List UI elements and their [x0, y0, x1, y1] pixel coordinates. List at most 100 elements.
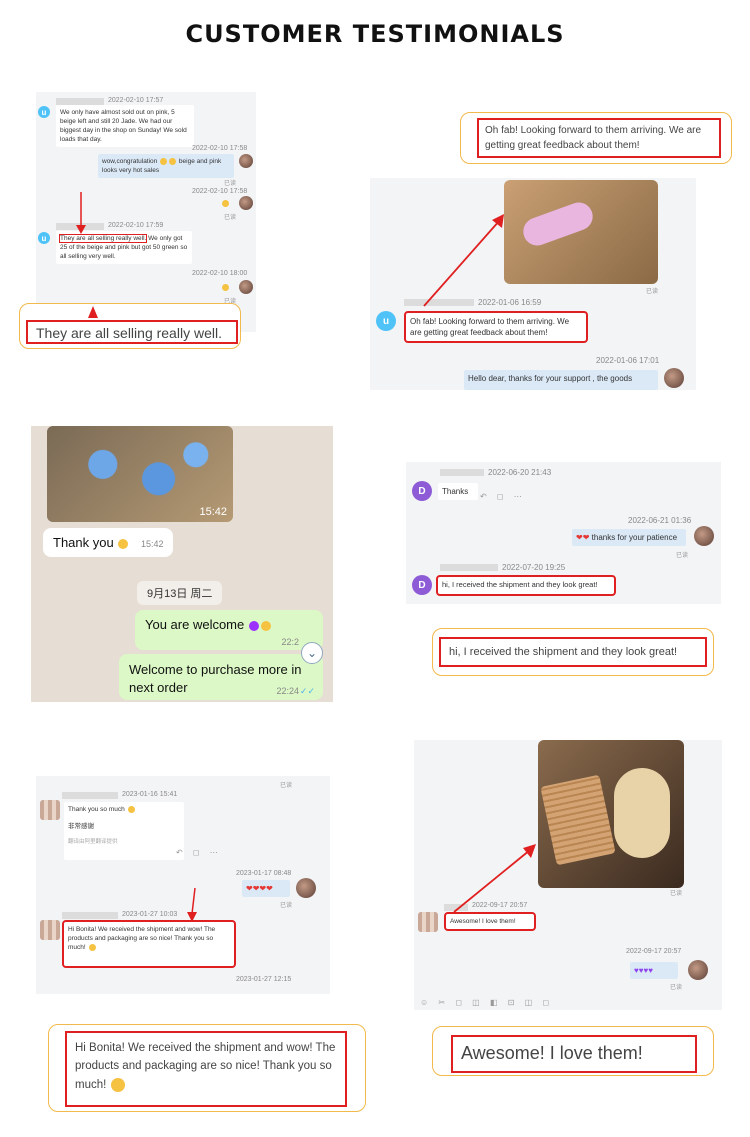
- heart-icon: [248, 620, 259, 631]
- timestamp: 2023-01-16 15:41: [122, 791, 178, 798]
- timestamp: 2022-01-06 17:01: [596, 356, 660, 365]
- avatar: [239, 196, 253, 210]
- avatar: [239, 280, 253, 294]
- timestamp: 2023-01-27 12:15: [236, 976, 292, 983]
- read-status: 已读: [224, 181, 237, 187]
- product-photo: 15:42: [47, 426, 233, 522]
- redacted-name: [62, 912, 118, 919]
- message-actions[interactable]: ↶ ◻ ⋯: [480, 492, 526, 501]
- callout-text: They are all selling really well.: [26, 320, 238, 344]
- screenshot-panel-2: 已读 2022-01-06 16:59 u Oh fab! Looking fo…: [370, 178, 696, 390]
- timestamp: 2022-09-17 20:57: [626, 948, 682, 955]
- message-bubble: Oh fab! Looking forward to them arriving…: [404, 310, 588, 344]
- callout-text: Oh fab! Looking forward to them arriving…: [477, 118, 721, 158]
- date-chip: 9月13日 周二: [137, 581, 223, 605]
- arrow-icon: [187, 888, 197, 922]
- avatar: [694, 526, 714, 546]
- redacted-name: [440, 469, 484, 476]
- message-bubble: hi, I received the shipment and they loo…: [436, 575, 616, 596]
- callout-text: Hi Bonita! We received the shipment and …: [65, 1031, 347, 1107]
- screenshot-panel-3: 15:42 Thank you 15:42 9月13日 周二 You are w…: [31, 426, 333, 702]
- avatar: [296, 878, 316, 898]
- message-bubble: ♥♥♥♥: [630, 962, 678, 980]
- heart-icon: ❤❤: [576, 533, 590, 542]
- read-status: 已读: [224, 215, 237, 221]
- arrow-icon: [76, 192, 86, 234]
- brush-image: [614, 768, 670, 858]
- avatar: u: [38, 232, 50, 244]
- emoji-icon: [88, 943, 96, 951]
- emoji-icon: [222, 200, 229, 207]
- photo-timestamp: 15:42: [199, 506, 227, 518]
- callout-box: hi, I received the shipment and they loo…: [432, 628, 714, 676]
- callout-text: hi, I received the shipment and they loo…: [439, 637, 707, 667]
- avatar: [40, 800, 60, 820]
- message-bubble: Thank you so much 非常感谢 翻译由阿里翻译提供: [64, 802, 184, 860]
- scroll-down-button[interactable]: ⌄: [301, 642, 323, 664]
- highlighted-text: They are all selling really well.: [58, 234, 148, 243]
- screenshot-panel-1: 2022-02-10 17:57 u We only have almost s…: [36, 92, 256, 332]
- timestamp: 22:2: [281, 637, 299, 647]
- avatar: u: [38, 106, 50, 118]
- message-bubble: ❤❤❤❤: [242, 880, 290, 898]
- heart-icon: ❤❤❤❤: [246, 884, 273, 893]
- message-bubble: Hi Bonita! We received the shipment and …: [62, 920, 236, 968]
- emoji-icon: [169, 157, 177, 165]
- message-bubble: Thanks: [438, 483, 478, 501]
- toolbar-icons[interactable]: ☺ ✂ ◻ ◫ ◧ ⊡ ◫ ◻: [420, 998, 553, 1007]
- message-bubble: Welcome to purchase more in next order 2…: [119, 654, 323, 700]
- avatar: D: [412, 575, 432, 595]
- timestamp: 2023-01-27 10:03: [122, 911, 178, 918]
- redacted-name: [56, 98, 104, 105]
- read-status: 已读: [670, 891, 683, 897]
- callout-box: They are all selling really well.: [19, 303, 241, 349]
- timestamp: 2022-07-20 19:25: [502, 563, 566, 572]
- message-bubble: wow,congratulation beige and pink looks …: [98, 154, 234, 179]
- redacted-name: [62, 792, 118, 799]
- message-bubble: Hello dear, thanks for your support , th…: [464, 370, 658, 390]
- timestamp: 2022-06-20 21:43: [488, 468, 552, 477]
- emoji-icon: [222, 284, 229, 291]
- message-bubble: Awesome! I love them!: [444, 911, 536, 932]
- timestamp: 15:42: [140, 539, 164, 549]
- message-bubble: We only have almost sold out on pink, 5 …: [56, 105, 194, 148]
- timestamp: 2022-02-10 17:59: [108, 222, 164, 229]
- redacted-name: [440, 564, 498, 571]
- translation-text: 非常感谢: [68, 823, 94, 831]
- emoji-icon: [160, 157, 168, 165]
- avatar: [664, 368, 684, 388]
- timestamp: 2022-02-10 17:58: [192, 188, 248, 195]
- avatar: [688, 960, 708, 980]
- avatar: [239, 154, 253, 168]
- avatar: [40, 920, 60, 940]
- read-status: 已读: [280, 903, 293, 909]
- timestamp: 22:24: [276, 685, 299, 696]
- handshake-icon: [260, 620, 271, 631]
- arrow-icon: [453, 844, 536, 913]
- message-bubble: Thank you 15:42: [43, 528, 174, 557]
- callout-box: Hi Bonita! We received the shipment and …: [48, 1024, 366, 1112]
- read-status: 已读: [670, 985, 683, 991]
- avatar: [418, 912, 438, 932]
- avatar: D: [412, 481, 432, 501]
- emoji-icon: [127, 805, 135, 813]
- message-text: Thank you so much: [68, 805, 180, 814]
- message-bubble: ❤❤ thanks for your patience: [572, 529, 686, 547]
- screenshot-panel-5: 已读 2023-01-16 15:41 Thank you so much 非常…: [36, 776, 330, 994]
- read-status: 已读: [646, 289, 659, 295]
- message-text: You are welcome: [145, 617, 245, 632]
- read-status: 已读: [676, 553, 689, 559]
- arrow-icon: [423, 214, 504, 307]
- read-ticks-icon: ✓✓: [299, 685, 315, 696]
- callout-box: Oh fab! Looking forward to them arriving…: [460, 112, 732, 164]
- timestamp: 2022-02-10 17:57: [108, 97, 164, 104]
- product-photo: [538, 740, 684, 888]
- page-title: CUSTOMER TESTIMONIALS: [185, 20, 565, 48]
- heart-icon: ♥♥♥♥: [634, 966, 653, 975]
- message-actions[interactable]: ↶ ◻ ⋯: [176, 848, 222, 857]
- handshake-icon: [118, 538, 129, 549]
- read-status: 已读: [280, 783, 293, 789]
- hairbrush-image: [519, 198, 597, 250]
- timestamp: 2022-06-21 01:36: [628, 516, 692, 525]
- callout-arrow: [88, 306, 98, 318]
